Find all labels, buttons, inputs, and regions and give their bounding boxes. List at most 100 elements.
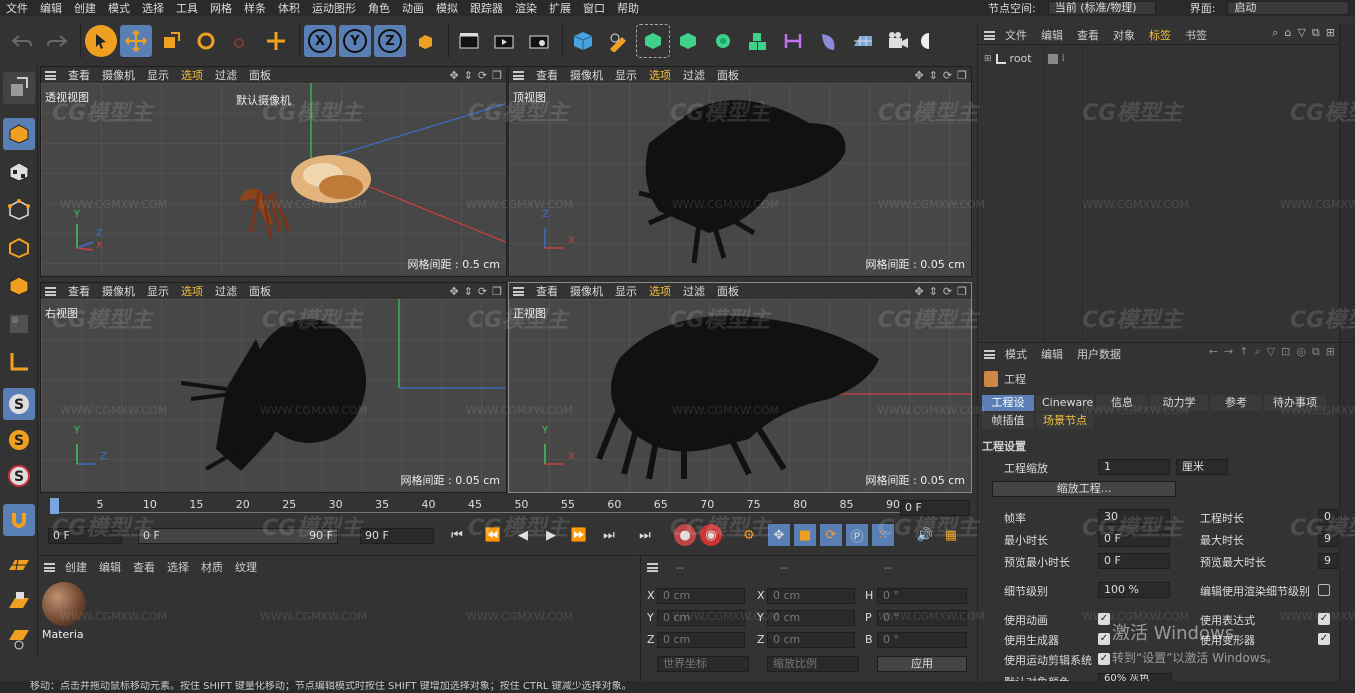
vp-menu-options[interactable]: 选项 (649, 283, 671, 299)
tab-info[interactable]: 信息 (1096, 395, 1148, 411)
environment-sky-icon[interactable] (812, 25, 844, 57)
pos-y-field[interactable]: 0 cm (657, 610, 745, 626)
menu-tracker[interactable]: 跟踪器 (464, 0, 509, 16)
menu-render[interactable]: 渲染 (509, 0, 543, 16)
attribute-menu-icon[interactable] (984, 349, 995, 359)
menu-mograph[interactable]: 运动图形 (306, 0, 362, 16)
up-arrow-icon[interactable]: ↑ (1239, 345, 1248, 359)
fps-field[interactable]: 30 (1098, 509, 1170, 525)
tab-scene-nodes[interactable]: 场景节点 (1036, 413, 1094, 429)
render-lod-checkbox[interactable] (1318, 584, 1330, 596)
cube-object-icon[interactable] (567, 25, 599, 57)
undo-icon[interactable] (6, 25, 38, 57)
mat-menu-edit[interactable]: 编辑 (99, 559, 121, 575)
prev-key-icon[interactable]: ⏪ (482, 524, 504, 546)
obj-menu-file[interactable]: 文件 (1005, 27, 1027, 43)
menu-select[interactable]: 选择 (136, 0, 170, 16)
viewport-menu-icon[interactable] (513, 70, 524, 80)
menu-edit[interactable]: 编辑 (34, 0, 68, 16)
menu-animate[interactable]: 动画 (396, 0, 430, 16)
material-thumbnail[interactable] (42, 582, 86, 626)
search-icon[interactable]: ⌕ (1254, 345, 1260, 359)
rot-b-field[interactable]: 0 ° (877, 632, 967, 648)
render-picture-viewer-icon[interactable] (488, 25, 520, 57)
maximize-icon[interactable]: ❐ (492, 69, 502, 82)
maximize-icon[interactable]: ❐ (492, 285, 502, 298)
rot-h-field[interactable]: 0 ° (877, 588, 967, 604)
next-frame-icon[interactable]: ⏩ (568, 524, 590, 546)
menu-window[interactable]: 窗口 (577, 0, 611, 16)
scale-project-button[interactable]: 缩放工程... (992, 481, 1176, 497)
vp-menu-view[interactable]: 查看 (68, 283, 90, 299)
play-icon[interactable]: ▶ (540, 524, 562, 546)
menu-simulate[interactable]: 模拟 (430, 0, 464, 16)
object-menu-icon[interactable] (984, 30, 995, 40)
project-scale-field[interactable]: 1 (1098, 459, 1170, 475)
playhead[interactable] (50, 498, 59, 514)
key-param-icon[interactable]: Ⓟ (846, 524, 868, 546)
add-panel-icon[interactable]: ⊞ (1326, 26, 1335, 40)
next-key-icon[interactable]: ⏭ (598, 524, 620, 546)
lock-icon[interactable]: ⊡ (1281, 345, 1290, 359)
orbit-icon[interactable]: ⟳ (478, 69, 487, 82)
soft-selection-icon[interactable]: S (3, 388, 35, 420)
subdivision-surface-icon[interactable] (636, 24, 670, 58)
scale-mode-dropdown[interactable]: 缩放比例 (767, 656, 859, 672)
symmetry-icon[interactable]: S (3, 460, 35, 492)
menu-file[interactable]: 文件 (0, 0, 34, 16)
vp-menu-options[interactable]: 选项 (181, 67, 203, 83)
select-cursor-icon[interactable] (85, 25, 117, 57)
viewport-perspective[interactable]: 查看 摄像机 显示 选项 过滤 面板 ✥ ⇕ ⟳ ❐ 透视视图 默认摄像机 Y Z X… (40, 66, 507, 277)
mat-menu-select[interactable]: 选择 (167, 559, 189, 575)
point-mode-icon[interactable] (3, 194, 35, 226)
preview-min-field[interactable]: 0 F (1098, 553, 1170, 569)
world-coords-dropdown[interactable]: 世界坐标 (657, 656, 749, 672)
size-x-field[interactable]: 0 cm (767, 588, 855, 604)
lock-workplane-icon[interactable] (3, 586, 35, 618)
tab-dynamics[interactable]: 动力学 (1150, 395, 1208, 411)
render-settings-icon[interactable] (523, 25, 555, 57)
pan-icon[interactable]: ✥ (449, 69, 458, 82)
coords-menu-icon[interactable] (647, 562, 658, 572)
y-axis-lock-icon[interactable]: Y (339, 25, 371, 57)
vp-menu-display[interactable]: 显示 (615, 283, 637, 299)
right-side-tabs[interactable] (1339, 24, 1355, 342)
vp-menu-filter[interactable]: 过滤 (215, 283, 237, 299)
mograph-fracture-icon[interactable] (742, 25, 774, 57)
max-time-field[interactable]: 9 (1318, 531, 1338, 547)
mat-menu-material[interactable]: 材质 (201, 559, 223, 575)
obj-menu-view[interactable]: 查看 (1077, 27, 1099, 43)
key-position-icon[interactable]: ✥ (768, 524, 790, 546)
preview-max-field[interactable]: 9 (1318, 553, 1338, 569)
right-side-tabs[interactable] (1339, 343, 1355, 683)
vp-menu-display[interactable]: 显示 (615, 67, 637, 83)
vp-menu-camera[interactable]: 摄像机 (570, 67, 603, 83)
attr-menu-mode[interactable]: 模式 (1005, 346, 1027, 362)
texture-mode-icon[interactable] (3, 156, 35, 188)
preview-range-slider[interactable]: 0 F 90 F (138, 528, 338, 544)
tab-project-settings[interactable]: 工程设置 (982, 395, 1034, 425)
zoom-icon[interactable]: ⇕ (464, 285, 473, 298)
add-panel-icon[interactable]: ⊞ (1326, 345, 1335, 359)
menu-mesh[interactable]: 网格 (204, 0, 238, 16)
transform-tool-icon[interactable] (260, 25, 292, 57)
tab-cineware[interactable]: Cineware (1036, 395, 1094, 411)
pan-icon[interactable]: ✥ (914, 285, 923, 298)
more-dots-icon[interactable]: ⁞ (1062, 53, 1065, 64)
vp-menu-panel[interactable]: 面板 (249, 283, 271, 299)
zoom-icon[interactable]: ⇕ (929, 285, 938, 298)
viewport-menu-icon[interactable] (513, 286, 524, 296)
viewport-top[interactable]: 查看 摄像机 显示 选项 过滤 面板 ✥ ⇕ ⟳ ❐ 顶视图 Z X 网格间距 : 0… (508, 66, 972, 277)
mat-menu-view[interactable]: 查看 (133, 559, 155, 575)
rot-p-field[interactable]: 0 ° (877, 610, 967, 626)
menu-create[interactable]: 创建 (68, 0, 102, 16)
zoom-icon[interactable]: ⇕ (464, 69, 473, 82)
vp-menu-filter[interactable]: 过滤 (683, 283, 705, 299)
apply-button[interactable]: 应用 (877, 656, 967, 672)
key-scale-icon[interactable]: ■ (794, 524, 816, 546)
snap-magnet-icon[interactable] (3, 504, 35, 536)
new-window-icon[interactable]: ⧉ (1312, 26, 1320, 40)
vp-menu-view[interactable]: 查看 (536, 67, 558, 83)
filter-icon[interactable]: ▽ (1297, 26, 1305, 40)
redo-icon[interactable] (41, 25, 73, 57)
